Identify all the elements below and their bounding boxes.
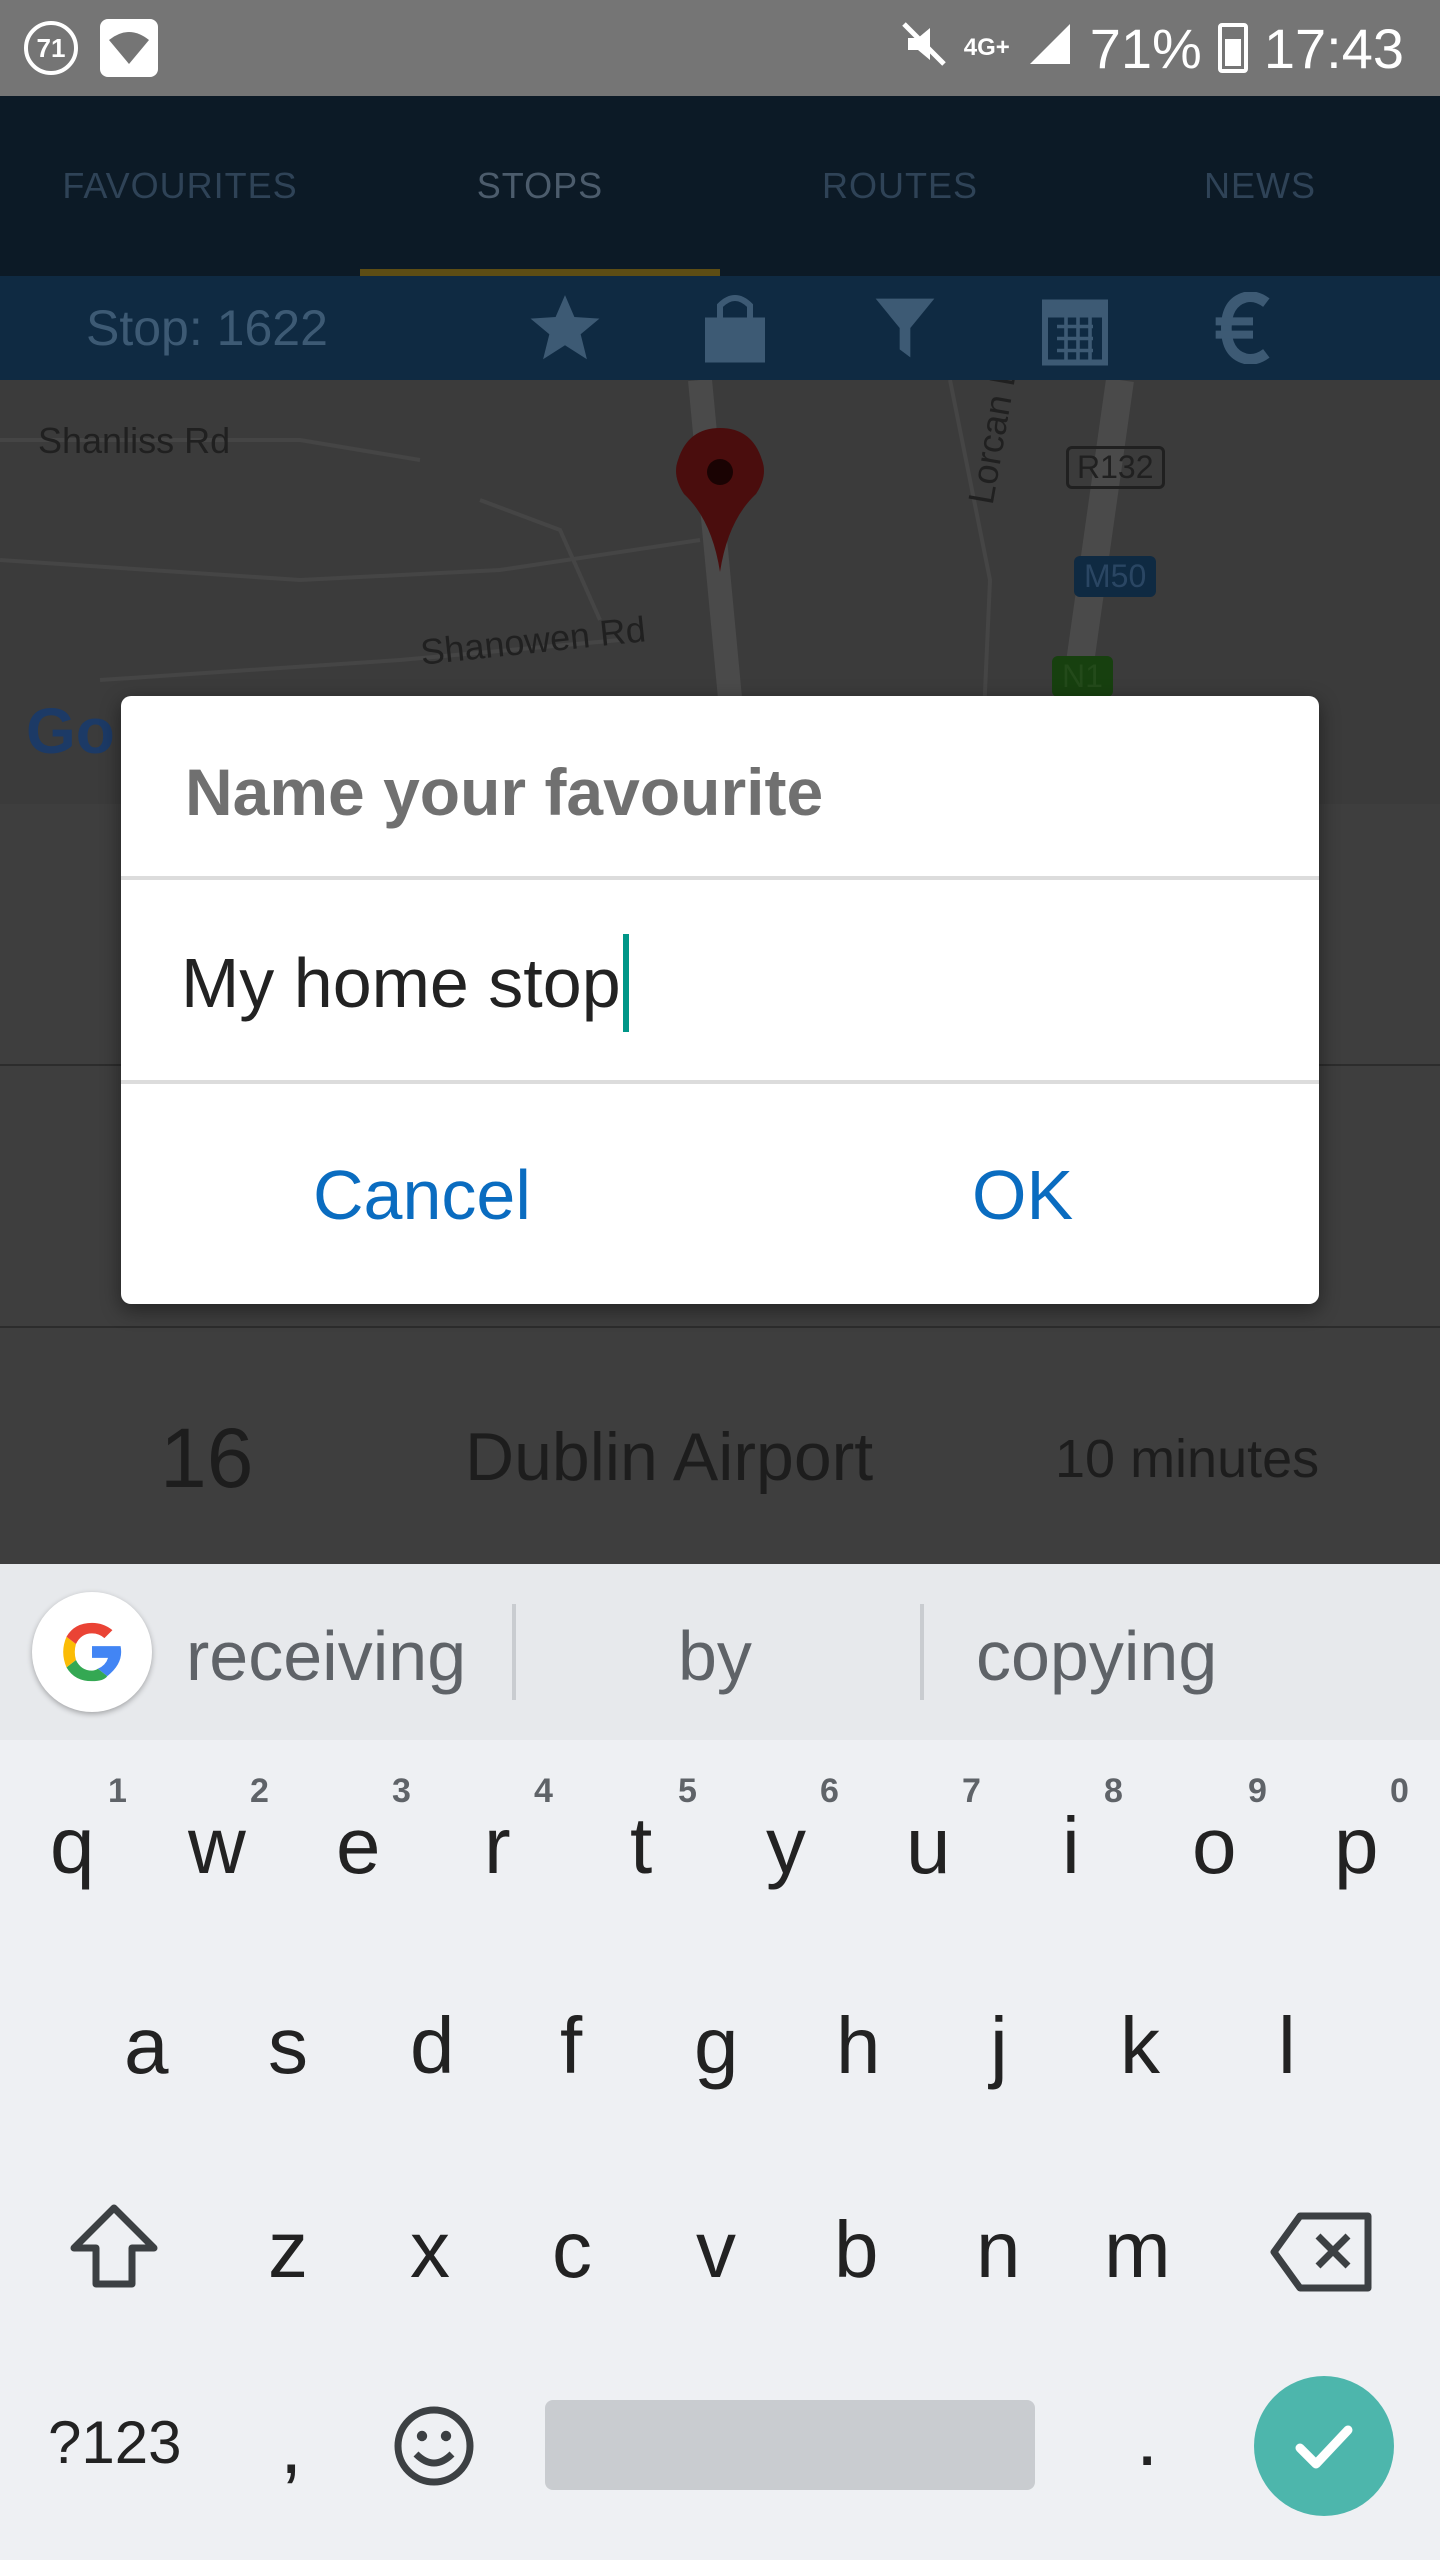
- notification-badge: 71: [24, 21, 78, 75]
- key-hint: 0: [1390, 1772, 1409, 1810]
- key-period[interactable]: .: [1136, 2392, 1158, 2484]
- tab-routes[interactable]: ROUTES: [720, 96, 1080, 276]
- google-logo: Go: [26, 695, 115, 767]
- battery-icon: [1217, 23, 1248, 73]
- key-h[interactable]: h: [836, 2000, 881, 2092]
- dialog-divider: [121, 1080, 1319, 1084]
- star-icon[interactable]: [480, 292, 650, 364]
- tab-stops[interactable]: STOPS: [360, 96, 720, 276]
- departure-route: 16: [160, 1411, 254, 1505]
- map-label-shanliss: Shanliss Rd: [38, 420, 231, 461]
- shopping-bag-icon[interactable]: [650, 290, 820, 366]
- key-a[interactable]: a: [124, 2000, 169, 2092]
- favourite-name-input[interactable]: My home stop: [181, 928, 1261, 1038]
- suggestion-strip: receiving by copying: [0, 1564, 1440, 1740]
- key-i[interactable]: i: [1062, 1800, 1080, 1892]
- key-k[interactable]: k: [1120, 2000, 1160, 2092]
- tab-favourites[interactable]: FAVOURITES: [0, 96, 360, 276]
- cancel-button[interactable]: Cancel: [313, 1155, 531, 1235]
- list-divider: [0, 1326, 1440, 1328]
- key-hint: 2: [250, 1772, 269, 1810]
- key-hint: 5: [678, 1772, 697, 1810]
- departure-time: 10 minutes: [1055, 1429, 1320, 1489]
- suggestion-3[interactable]: copying: [976, 1616, 1217, 1696]
- key-v[interactable]: v: [696, 2204, 736, 2296]
- key-g[interactable]: g: [694, 2000, 739, 2092]
- suggestion-divider: [512, 1604, 516, 1700]
- check-icon: [1295, 2425, 1353, 2469]
- name-favourite-dialog: Name your favourite My home stop: [121, 696, 1319, 1304]
- key-y[interactable]: y: [766, 1800, 806, 1892]
- key-hint: 6: [820, 1772, 839, 1810]
- screen: 71 4G+ 71% 17:43 FAVOURITES STOPS ROUTES…: [0, 0, 1440, 2560]
- emoji-icon[interactable]: [392, 2404, 476, 2493]
- key-z[interactable]: z: [268, 2204, 308, 2296]
- dialog-title: Name your favourite: [185, 755, 824, 829]
- key-hint: 8: [1104, 1772, 1123, 1810]
- key-l[interactable]: l: [1278, 2000, 1296, 2092]
- filter-icon[interactable]: [820, 292, 990, 364]
- key-f[interactable]: f: [560, 2000, 582, 2092]
- departure-destination: Dublin Airport: [465, 1419, 874, 1495]
- app-bar: FAVOURITES STOPS ROUTES NEWS: [0, 96, 1440, 276]
- dialog-divider: [121, 876, 1319, 880]
- backspace-icon[interactable]: [1268, 2210, 1376, 2299]
- key-x[interactable]: x: [410, 2204, 450, 2296]
- key-comma[interactable]: ,: [280, 2400, 302, 2492]
- key-q[interactable]: q: [50, 1800, 95, 1892]
- key-c[interactable]: c: [552, 2204, 592, 2296]
- status-bar: 71 4G+ 71% 17:43: [0, 0, 1440, 96]
- favourite-name-value: My home stop: [181, 944, 621, 1022]
- network-type: 4G+: [963, 34, 1010, 61]
- key-o[interactable]: o: [1192, 1800, 1237, 1892]
- wifi-icon: [100, 19, 158, 77]
- suggestion-1[interactable]: receiving: [186, 1616, 466, 1696]
- key-hint: 1: [108, 1772, 127, 1810]
- key-hint: 4: [534, 1772, 553, 1810]
- ok-button[interactable]: OK: [972, 1155, 1073, 1235]
- signal-icon: [1026, 16, 1074, 81]
- key-hint: 7: [962, 1772, 981, 1810]
- suggestion-2[interactable]: by: [678, 1616, 752, 1696]
- map-label-m50: M50: [1074, 556, 1157, 597]
- euro-icon[interactable]: [1160, 292, 1330, 364]
- key-hint: 9: [1248, 1772, 1267, 1810]
- key-b[interactable]: b: [834, 2204, 879, 2296]
- key-n[interactable]: n: [976, 2204, 1021, 2296]
- text-caret: [622, 934, 629, 1032]
- key-r[interactable]: r: [484, 1800, 511, 1892]
- calendar-icon[interactable]: [990, 290, 1160, 366]
- key-m[interactable]: m: [1104, 2204, 1171, 2296]
- enter-button[interactable]: [1254, 2376, 1394, 2516]
- google-icon[interactable]: [32, 1592, 152, 1712]
- mute-icon: [900, 16, 948, 81]
- key-j[interactable]: j: [990, 2000, 1008, 2092]
- shift-icon[interactable]: [66, 2200, 162, 2301]
- key-hint: 3: [392, 1772, 411, 1810]
- battery-percent: 71%: [1089, 16, 1202, 80]
- stop-label: Stop: 1622: [86, 300, 328, 356]
- tab-news[interactable]: NEWS: [1080, 96, 1440, 276]
- key-w[interactable]: w: [188, 1800, 246, 1892]
- keyboard: receiving by copying q w e r t y u i o p…: [0, 1564, 1440, 2560]
- key-s[interactable]: s: [268, 2000, 308, 2092]
- map-label-n1: N1: [1052, 656, 1113, 697]
- space-bar[interactable]: [545, 2400, 1035, 2490]
- key-u[interactable]: u: [906, 1800, 951, 1892]
- clock: 17:43: [1263, 16, 1404, 80]
- map-label-r132: R132: [1066, 446, 1165, 489]
- key-e[interactable]: e: [336, 1800, 381, 1892]
- key-p[interactable]: p: [1334, 1800, 1379, 1892]
- key-d[interactable]: d: [410, 2000, 455, 2092]
- stop-toolbar: Stop: 1622: [0, 276, 1440, 380]
- key-t[interactable]: t: [630, 1800, 652, 1892]
- suggestion-divider: [920, 1604, 924, 1700]
- symbols-key[interactable]: ?123: [48, 2408, 181, 2477]
